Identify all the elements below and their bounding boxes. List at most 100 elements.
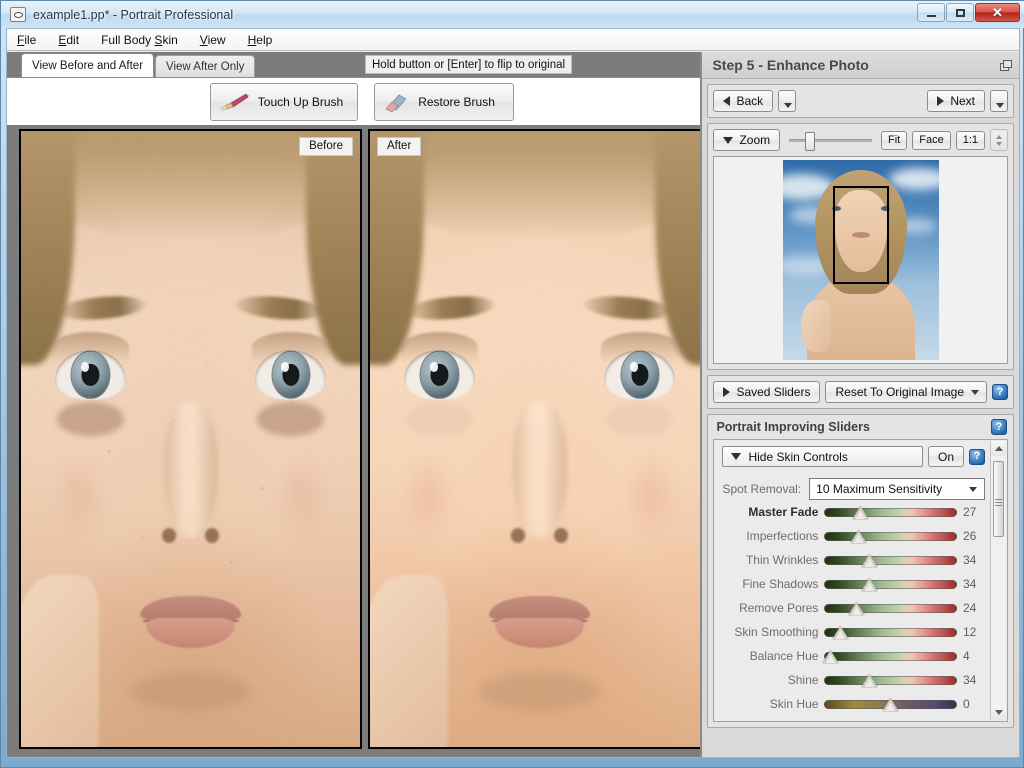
help-question-icon[interactable]: ? bbox=[991, 419, 1007, 435]
camera-icon bbox=[10, 7, 26, 22]
scroll-down-arrow-icon[interactable] bbox=[991, 705, 1006, 720]
back-button[interactable]: Back bbox=[713, 90, 773, 112]
slider-thumb[interactable] bbox=[861, 552, 878, 569]
slider-label: Imperfections bbox=[722, 529, 818, 543]
minimize-button[interactable] bbox=[917, 3, 945, 22]
help-question-icon[interactable]: ? bbox=[992, 384, 1008, 400]
spinner-updown-icon[interactable] bbox=[990, 129, 1008, 151]
portrait-improving-sliders-group: Portrait Improving Sliders ? Hide Skin C… bbox=[707, 414, 1014, 728]
photo-viewer: Before bbox=[7, 125, 717, 757]
slider-thumb[interactable] bbox=[861, 672, 878, 689]
slider-value: 34 bbox=[963, 577, 985, 591]
back-dropdown-button[interactable] bbox=[778, 90, 796, 112]
next-button[interactable]: Next bbox=[927, 90, 985, 112]
tab-view-before-and-after[interactable]: View Before and After bbox=[21, 53, 154, 77]
main-split: View Before and After View After Only Ho… bbox=[7, 52, 1019, 757]
slider-label: Remove Pores bbox=[722, 601, 818, 615]
saved-sliders-button[interactable]: Saved Sliders bbox=[713, 381, 820, 403]
close-button[interactable]: ✕ bbox=[975, 3, 1020, 22]
slider-track[interactable] bbox=[824, 700, 957, 709]
slider-value: 4 bbox=[963, 649, 985, 663]
skin-controls-row: Hide Skin Controls On ? bbox=[722, 446, 985, 467]
scrollbar-thumb[interactable] bbox=[993, 461, 1004, 537]
after-photo[interactable]: After bbox=[368, 129, 711, 749]
zoom-face-button[interactable]: Face bbox=[912, 131, 950, 150]
brush-toolbar: Touch Up Brush Restore Brush bbox=[7, 77, 717, 125]
sliders-list: Hide Skin Controls On ? Spot Removal: 10… bbox=[714, 440, 1007, 716]
slider-label: Thin Wrinkles bbox=[722, 553, 818, 567]
paint-brush-icon bbox=[219, 91, 249, 113]
slider-track[interactable] bbox=[824, 532, 957, 541]
zoom-dropdown-button[interactable]: Zoom bbox=[713, 129, 780, 151]
thumbnail-preview[interactable] bbox=[713, 156, 1008, 364]
slider-label: Shine bbox=[722, 673, 818, 687]
hide-skin-controls-button[interactable]: Hide Skin Controls bbox=[722, 446, 923, 467]
tab-view-after-only[interactable]: View After Only bbox=[155, 55, 255, 77]
zoom-1to1-button[interactable]: 1:1 bbox=[956, 131, 985, 150]
zoom-slider[interactable] bbox=[789, 139, 872, 142]
sliders-scrollbar[interactable] bbox=[990, 441, 1006, 720]
slider-label: Fine Shadows bbox=[722, 577, 818, 591]
slider-thumb[interactable] bbox=[882, 696, 899, 713]
spot-removal-label: Spot Removal: bbox=[722, 482, 801, 496]
client-area: FFileile Edit Full Body Skin View Help V… bbox=[6, 28, 1020, 758]
triangle-right-icon bbox=[723, 387, 730, 397]
help-question-icon[interactable]: ? bbox=[969, 449, 985, 465]
slider-row: Fine Shadows 34 bbox=[722, 572, 985, 596]
slider-thumb[interactable] bbox=[851, 528, 868, 545]
before-photo[interactable]: Before bbox=[19, 129, 362, 749]
face-selection-rectangle[interactable] bbox=[833, 186, 889, 284]
skin-controls-on-toggle[interactable]: On bbox=[928, 446, 964, 467]
after-face-render bbox=[370, 131, 709, 747]
before-badge: Before bbox=[299, 137, 353, 156]
slider-thumb[interactable] bbox=[852, 504, 869, 521]
reset-to-original-dropdown[interactable]: Reset To Original Image bbox=[825, 381, 987, 403]
slider-row: Master Fade27 bbox=[722, 500, 985, 524]
slider-thumb[interactable] bbox=[822, 648, 839, 665]
menu-file[interactable]: FFileile bbox=[17, 33, 36, 47]
scroll-up-arrow-icon[interactable] bbox=[991, 441, 1006, 456]
next-dropdown-button[interactable] bbox=[990, 90, 1008, 112]
title-left-group: example1.pp* - Portrait Professional bbox=[1, 7, 233, 22]
restore-brush-button[interactable]: Restore Brush bbox=[374, 83, 514, 121]
slider-value: 24 bbox=[963, 601, 985, 615]
application-window: example1.pp* - Portrait Professional ✕ F… bbox=[0, 0, 1024, 768]
zoom-fit-button[interactable]: Fit bbox=[881, 131, 907, 150]
back-label: Back bbox=[736, 94, 763, 108]
slider-row: Remove Pores 24 bbox=[722, 596, 985, 620]
saved-sliders-row: Saved Sliders Reset To Original Image ? bbox=[713, 381, 1008, 403]
slider-track[interactable] bbox=[824, 508, 957, 517]
zoom-slider-thumb[interactable] bbox=[805, 132, 815, 151]
caret-down-icon bbox=[971, 390, 979, 395]
step-nav-group: Back Next bbox=[707, 84, 1014, 118]
slider-thumb[interactable] bbox=[848, 600, 865, 617]
slider-value: 34 bbox=[963, 673, 985, 687]
eraser-icon bbox=[383, 91, 409, 113]
saved-sliders-label: Saved Sliders bbox=[736, 385, 810, 399]
reset-dropdown-value: Reset To Original Image bbox=[835, 385, 964, 399]
slider-track[interactable] bbox=[824, 652, 957, 661]
slider-track[interactable] bbox=[824, 580, 957, 589]
menu-help[interactable]: Help bbox=[248, 33, 273, 47]
slider-track[interactable] bbox=[824, 676, 957, 685]
sliders-panel-title: Portrait Improving Sliders bbox=[716, 420, 870, 434]
sliders-panel-header: Portrait Improving Sliders ? bbox=[708, 415, 1013, 439]
slider-thumb[interactable] bbox=[861, 576, 878, 593]
slider-rows-container: Master Fade27Imperfections26Thin Wrinkle… bbox=[722, 500, 985, 716]
menu-edit[interactable]: Edit bbox=[58, 33, 79, 47]
caret-down-icon bbox=[731, 453, 741, 460]
touch-up-brush-button[interactable]: Touch Up Brush bbox=[210, 83, 358, 121]
menu-full-body-skin[interactable]: Full Body Skin bbox=[101, 33, 178, 47]
spot-removal-dropdown[interactable]: 10 Maximum Sensitivity bbox=[809, 478, 985, 500]
undock-icon[interactable] bbox=[1000, 60, 1011, 71]
slider-label: Skin Hue bbox=[722, 697, 818, 711]
menu-view[interactable]: View bbox=[200, 33, 226, 47]
maximize-button[interactable] bbox=[946, 3, 974, 22]
slider-track[interactable] bbox=[824, 556, 957, 565]
right-pane: Step 5 - Enhance Photo Back bbox=[700, 52, 1019, 757]
spot-removal-value: 10 Maximum Sensitivity bbox=[816, 482, 942, 496]
slider-track[interactable] bbox=[824, 604, 957, 613]
slider-track[interactable] bbox=[824, 628, 957, 637]
slider-thumb[interactable] bbox=[833, 624, 850, 641]
touch-up-brush-label: Touch Up Brush bbox=[258, 95, 343, 109]
